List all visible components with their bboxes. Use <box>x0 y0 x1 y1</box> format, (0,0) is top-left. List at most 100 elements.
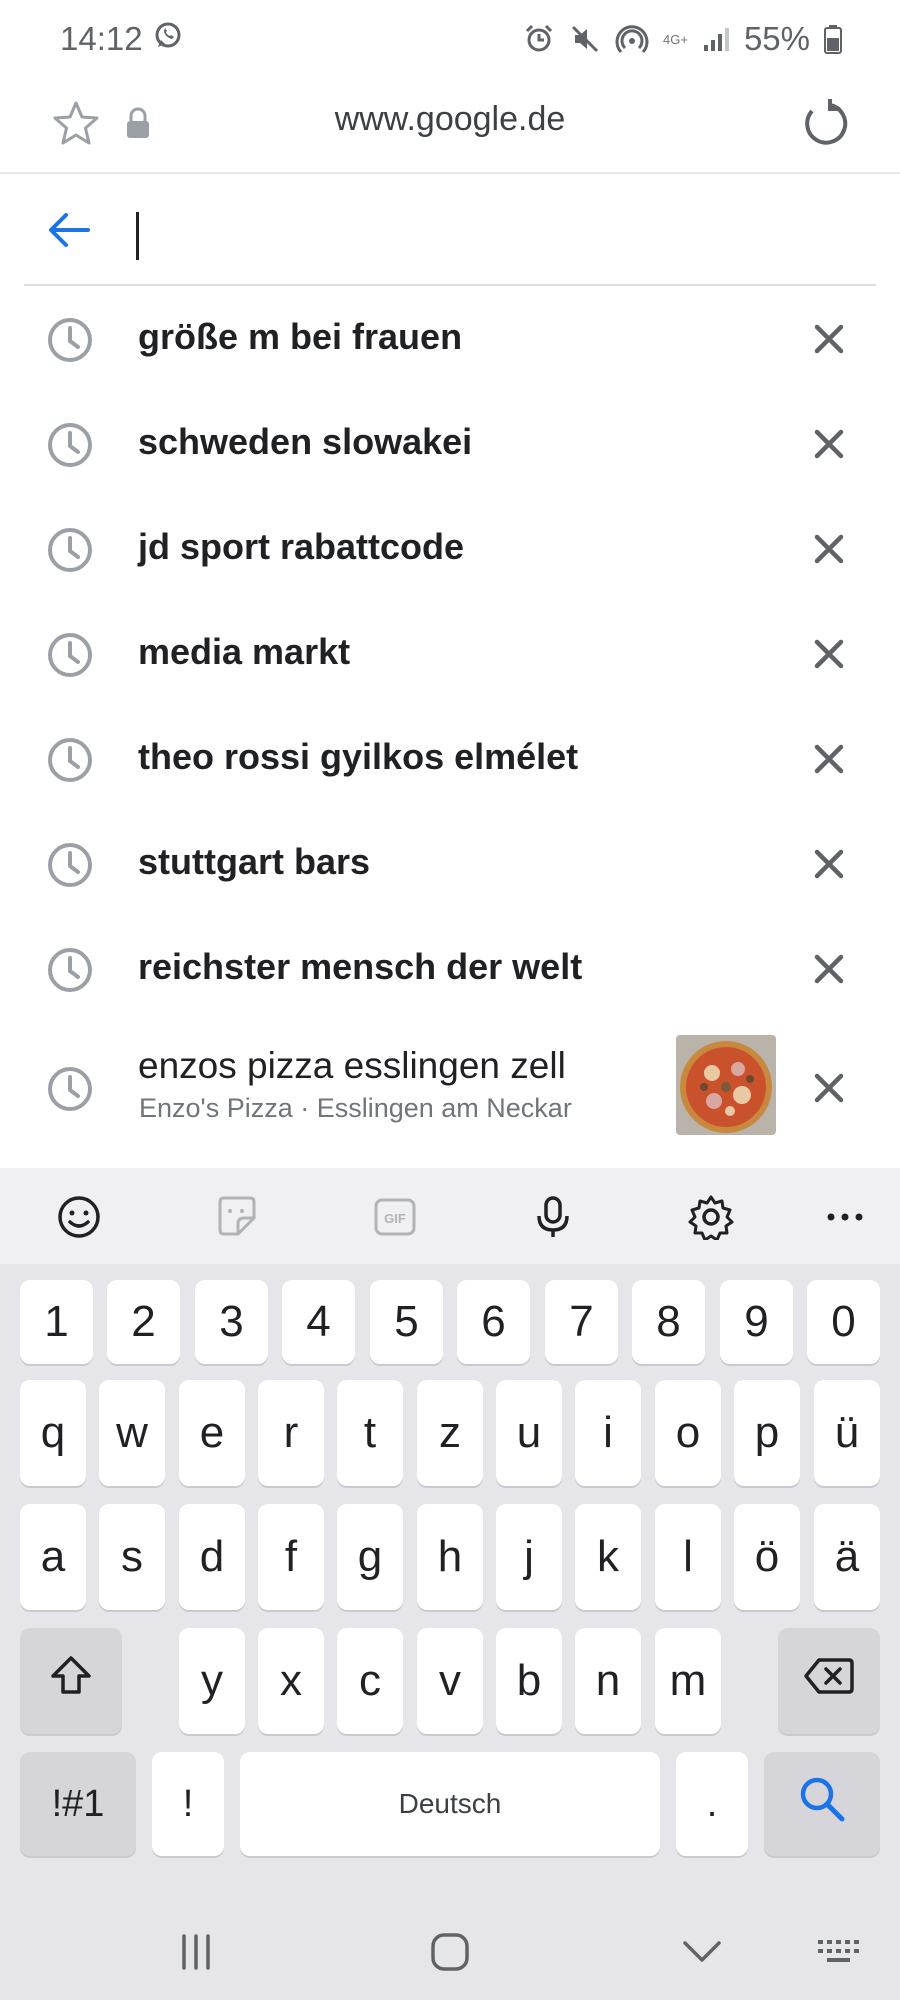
history-clock-icon <box>46 1065 94 1118</box>
symbols-key[interactable]: !#1 <box>20 1752 136 1856</box>
remove-suggestion-icon[interactable] <box>812 532 846 571</box>
url-text[interactable]: www.google.de <box>0 100 900 139</box>
recent-apps-icon[interactable] <box>166 1924 226 1980</box>
key-6[interactable]: 6 <box>457 1280 530 1364</box>
battery-icon <box>824 24 842 54</box>
suggestion-item[interactable]: größe m bei frauen <box>0 286 900 391</box>
key-b[interactable]: b <box>496 1628 562 1734</box>
key-9[interactable]: 9 <box>720 1280 793 1364</box>
key-5[interactable]: 5 <box>370 1280 443 1364</box>
remove-suggestion-icon[interactable] <box>812 427 846 466</box>
history-clock-icon <box>46 946 94 999</box>
gif-label: GIF <box>384 1211 406 1226</box>
suggestion-item[interactable]: reichster mensch der welt <box>0 916 900 1021</box>
emoji-icon[interactable] <box>54 1192 104 1242</box>
remove-suggestion-icon[interactable] <box>812 1071 846 1110</box>
remove-suggestion-icon[interactable] <box>812 742 846 781</box>
key-f[interactable]: f <box>258 1504 324 1610</box>
key-p[interactable]: p <box>734 1380 800 1486</box>
key-r[interactable]: r <box>258 1380 324 1486</box>
backspace-key[interactable] <box>778 1628 880 1734</box>
key-4[interactable]: 4 <box>282 1280 355 1364</box>
shift-key[interactable] <box>20 1628 122 1734</box>
search-box <box>24 174 876 286</box>
home-icon[interactable] <box>420 1924 480 1980</box>
key-3[interactable]: 3 <box>195 1280 268 1364</box>
status-time: 14:12 <box>60 20 143 57</box>
key-a[interactable]: a <box>20 1504 86 1610</box>
shift-icon <box>49 1654 93 1709</box>
key-c[interactable]: c <box>337 1628 403 1734</box>
key-8[interactable]: 8 <box>632 1280 705 1364</box>
remove-suggestion-icon[interactable] <box>812 847 846 886</box>
key-w[interactable]: w <box>99 1380 165 1486</box>
space-key[interactable]: Deutsch <box>240 1752 660 1856</box>
history-clock-icon <box>46 526 94 579</box>
gif-icon[interactable]: GIF <box>370 1192 420 1242</box>
key-n[interactable]: n <box>575 1628 641 1734</box>
history-clock-icon <box>46 316 94 369</box>
mute-icon <box>569 23 601 55</box>
history-clock-icon <box>46 841 94 894</box>
key-m[interactable]: m <box>655 1628 721 1734</box>
more-icon[interactable] <box>820 1192 870 1242</box>
suggestion-text: größe m bei frauen <box>138 316 463 357</box>
key-l[interactable]: l <box>655 1504 721 1610</box>
period-key[interactable]: . <box>676 1752 748 1856</box>
hide-keyboard-chevron-icon[interactable] <box>672 1924 732 1980</box>
settings-icon[interactable] <box>686 1192 736 1242</box>
suggestion-item[interactable]: jd sport rabattcode <box>0 496 900 601</box>
key-h[interactable]: h <box>417 1504 483 1610</box>
whatsapp-icon <box>153 20 183 58</box>
key-o[interactable]: o <box>655 1380 721 1486</box>
browser-url-bar: www.google.de <box>0 78 900 174</box>
suggestion-item[interactable]: enzos pizza esslingen zell Enzo's Pizza … <box>0 1021 900 1149</box>
key-z[interactable]: z <box>417 1380 483 1486</box>
key-t[interactable]: t <box>337 1380 403 1486</box>
remove-suggestion-icon[interactable] <box>812 637 846 676</box>
suggestion-item[interactable]: schweden slowakei <box>0 391 900 496</box>
exclaim-key[interactable]: ! <box>152 1752 224 1856</box>
key-u[interactable]: u <box>496 1380 562 1486</box>
key-k[interactable]: k <box>575 1504 641 1610</box>
key-v[interactable]: v <box>417 1628 483 1734</box>
key-j[interactable]: j <box>496 1504 562 1610</box>
key-s[interactable]: s <box>99 1504 165 1610</box>
pizza-thumbnail <box>676 1035 776 1135</box>
back-arrow-icon[interactable] <box>46 210 90 255</box>
keyboard-switch-icon[interactable] <box>810 1924 870 1980</box>
suggestion-text: stuttgart bars <box>138 841 371 882</box>
key-e[interactable]: e <box>179 1380 245 1486</box>
key-7[interactable]: 7 <box>545 1280 618 1364</box>
search-key[interactable] <box>764 1752 880 1856</box>
history-clock-icon <box>46 631 94 684</box>
key-ue[interactable]: ü <box>814 1380 880 1486</box>
suggestion-item[interactable]: theo rossi gyilkos elmélet <box>0 706 900 811</box>
search-input[interactable] <box>136 204 836 256</box>
remove-suggestion-icon[interactable] <box>812 322 846 361</box>
microphone-icon[interactable] <box>528 1192 578 1242</box>
key-g[interactable]: g <box>337 1504 403 1610</box>
suggestion-text: reichster mensch der welt <box>138 946 583 987</box>
key-d[interactable]: d <box>179 1504 245 1610</box>
sticker-icon[interactable] <box>212 1192 262 1242</box>
key-y[interactable]: y <box>179 1628 245 1734</box>
suggestion-item[interactable]: stuttgart bars <box>0 811 900 916</box>
suggestion-item[interactable]: media markt <box>0 601 900 706</box>
key-2[interactable]: 2 <box>107 1280 180 1364</box>
key-i[interactable]: i <box>575 1380 641 1486</box>
key-0[interactable]: 0 <box>807 1280 880 1364</box>
signal-icon <box>702 25 730 53</box>
key-x[interactable]: x <box>258 1628 324 1734</box>
key-1[interactable]: 1 <box>20 1280 93 1364</box>
key-q[interactable]: q <box>20 1380 86 1486</box>
remove-suggestion-icon[interactable] <box>812 952 846 991</box>
history-clock-icon <box>46 736 94 789</box>
network-type: 4G+ <box>663 31 688 47</box>
reload-icon[interactable] <box>798 96 852 155</box>
suggestion-text: schweden slowakei <box>138 421 473 462</box>
battery-percent: 55% <box>743 20 810 57</box>
suggestion-text: enzos pizza esslingen zell <box>138 1045 566 1086</box>
key-ae[interactable]: ä <box>814 1504 880 1610</box>
key-oe[interactable]: ö <box>734 1504 800 1610</box>
